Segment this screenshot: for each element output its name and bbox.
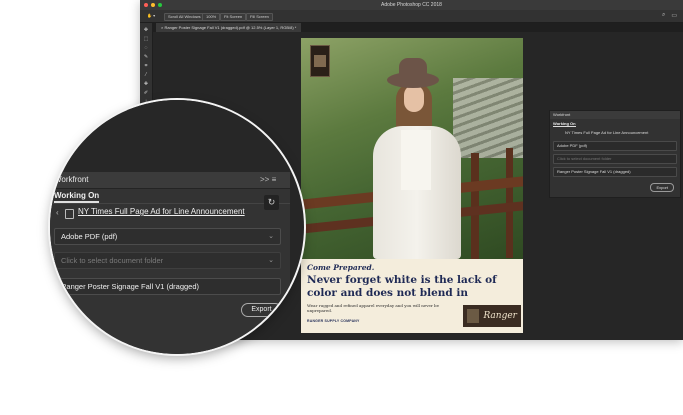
workfront-panel-header: Workfront >> ≡	[50, 172, 290, 189]
format-select-value: Adobe PDF (pdf)	[61, 232, 118, 241]
document-tab-label: Ranger Poster Signage Fall V1 (dragged).…	[164, 25, 297, 30]
model-face	[404, 85, 424, 112]
poster-photo	[301, 38, 523, 259]
options-bar: ✋ ▾ Scroll All Windows 100% Fit Screen F…	[140, 10, 683, 23]
workfront-panel: Workfront >> ≡ Working On ↻ ‹ NY Times F…	[50, 172, 290, 354]
close-window-button[interactable]	[144, 3, 148, 7]
folder-select-placeholder: Click to select document folder	[61, 256, 164, 265]
minimize-window-button[interactable]	[151, 3, 155, 7]
model-hat-brim	[387, 72, 439, 88]
chevron-down-icon: ⌄	[268, 233, 274, 240]
zoom-100-button[interactable]: 100%	[202, 13, 221, 21]
search-icon[interactable]: ⌕	[662, 12, 665, 19]
brush-tool-icon[interactable]: ✐	[143, 90, 149, 96]
chevron-left-icon[interactable]: ‹	[56, 208, 59, 217]
workfront-panel-small-header: Workfront	[550, 111, 680, 119]
document-tab-bar: × Ranger Poster Signage Fall V1 (dragged…	[152, 23, 683, 32]
quick-select-tool-icon[interactable]: ✎	[143, 54, 149, 60]
export-button-small[interactable]: Export	[650, 183, 674, 192]
app-title: Adobe Photoshop CC 2018	[381, 2, 442, 8]
zoom-window-button[interactable]	[158, 3, 162, 7]
title-bar: Adobe Photoshop CC 2018	[140, 0, 683, 10]
tab-divider	[50, 203, 290, 204]
eyedropper-tool-icon[interactable]: ⁄	[143, 72, 149, 78]
ranger-mark-icon	[467, 309, 479, 323]
working-on-tab-small[interactable]: Working On	[553, 121, 576, 127]
move-tool-icon[interactable]: ✥	[143, 27, 149, 33]
document-icon	[65, 209, 74, 219]
lasso-tool-icon[interactable]: ◌	[143, 45, 149, 51]
fill-screen-button[interactable]: Fill Screen	[246, 13, 273, 21]
export-button[interactable]: Export	[241, 303, 282, 317]
crop-tool-icon[interactable]: ⌗	[143, 63, 149, 69]
ranger-logo-text: Ranger	[483, 311, 517, 321]
filename-field-small[interactable]: Ranger Poster Signage Fall V1 (dragged)	[553, 167, 677, 177]
format-select-small[interactable]: Adobe PDF (pdf)	[553, 141, 677, 151]
hand-tool-icon[interactable]: ✋ ▾	[144, 13, 158, 19]
window-controls	[144, 3, 162, 7]
panel-menu-icon[interactable]: >> ≡	[260, 172, 276, 188]
filename-value: Ranger Poster Signage Fall V1 (dragged)	[61, 282, 199, 291]
options-right: ⌕ ▭	[662, 12, 677, 19]
scroll-all-windows-checkbox[interactable]: Scroll All Windows	[164, 13, 205, 21]
working-on-tab[interactable]: Working On	[54, 191, 100, 203]
poster-headline: Never forget white is the lack of color …	[307, 274, 497, 299]
model-top	[401, 130, 431, 190]
folder-select-small[interactable]: Click to select document folder	[553, 154, 677, 164]
document-tab[interactable]: × Ranger Poster Signage Fall V1 (dragged…	[156, 23, 302, 32]
marquee-tool-icon[interactable]: ⬚	[143, 36, 149, 42]
chevron-down-icon: ⌄	[268, 257, 274, 264]
poster-canvas[interactable]: Come Prepared. Never forget white is the…	[301, 38, 523, 333]
poster-body-text: Wear rugged and refined apparel everyday…	[307, 303, 439, 313]
stairs-background	[453, 78, 523, 158]
zoom-background	[50, 100, 304, 172]
ranger-logo: Ranger	[463, 305, 521, 327]
refresh-icon[interactable]: ↻	[264, 195, 279, 210]
folder-select[interactable]: Click to select document folder ⌄	[54, 252, 281, 269]
fit-screen-button[interactable]: Fit Screen	[220, 13, 247, 21]
filename-field[interactable]: Ranger Poster Signage Fall V1 (dragged)	[54, 278, 281, 295]
document-link-small[interactable]: NY Times Full Page Ad for Line Announcem…	[553, 129, 677, 137]
workfront-panel-small: Workfront Working On NY Times Full Page …	[549, 110, 681, 198]
ranger-badge-logo	[310, 45, 330, 77]
poster-company: RANGER SUPPLY COMPANY	[307, 319, 360, 323]
healing-tool-icon[interactable]: ✚	[143, 81, 149, 87]
workfront-panel-title: Workfront	[54, 175, 89, 184]
poster-tagline: Come Prepared.	[307, 263, 375, 272]
workspace-icon[interactable]: ▭	[671, 12, 677, 19]
zoom-callout: Workfront >> ≡ Working On ↻ ‹ NY Times F…	[50, 100, 304, 354]
document-link[interactable]: NY Times Full Page Ad for Line Announcem…	[78, 207, 245, 216]
format-select[interactable]: Adobe PDF (pdf) ⌄	[54, 228, 281, 245]
